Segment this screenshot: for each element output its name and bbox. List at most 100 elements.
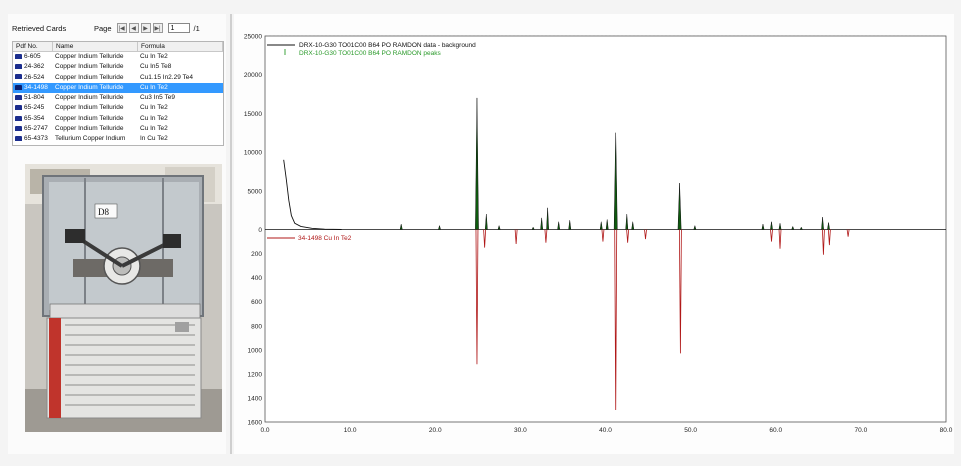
x-tick-label: 70.0 <box>855 427 868 434</box>
card-name-cell: Copper Indium Telluride <box>55 83 124 91</box>
card-pdf-cell: 26-524 <box>13 73 53 83</box>
card-pdf-text: 65-4373 <box>24 135 48 143</box>
legend-data-label: DRX-10-G30 TO01C00 B64 PO RAMDON data - … <box>299 42 476 49</box>
card-pdf-text: 65-354 <box>24 114 45 122</box>
x-tick-label: 40.0 <box>599 427 612 434</box>
chart-axes: 0.0 10.0 20.0 30.0 40.0 50.0 60.0 70.0 80.0 25000… <box>244 34 953 435</box>
prev-page-icon[interactable]: ◀ <box>128 23 139 33</box>
card-pdf-cell: 51-804 <box>13 93 53 103</box>
card-row[interactable]: 65-2747 Copper Indium Telluride Cu In Te2 <box>13 124 223 134</box>
card-pdf-cell: 65-245 <box>13 103 53 113</box>
y-tick-label: 1000 <box>248 347 263 354</box>
first-page-icon[interactable]: |◀ <box>116 23 127 33</box>
diffraction-chart: 0.0 10.0 20.0 30.0 40.0 50.0 60.0 70.0 80.0 25000… <box>244 34 953 435</box>
card-row[interactable]: 65-245 Copper Indium Telluride Cu In Te2 <box>13 103 223 113</box>
x-tick-label: 30.0 <box>514 427 527 434</box>
card-folder-icon <box>15 84 22 90</box>
card-folder-icon <box>15 94 22 100</box>
card-folder-icon <box>15 136 22 142</box>
card-formula-cell: Cu In5 Te8 <box>140 63 172 71</box>
card-name-cell: Copper Indium Telluride <box>55 125 124 133</box>
card-folder-icon <box>15 64 22 70</box>
cards-header: Retrieved Cards Page |◀ ◀ ▶ ▶| /1 <box>12 23 226 36</box>
legend-reference-label: 34-1498 Cu In Te2 <box>298 235 352 242</box>
x-tick-label: 10.0 <box>344 427 357 434</box>
y-tick-label: 20000 <box>244 72 262 79</box>
card-formula-cell: Cu In Te2 <box>140 104 168 112</box>
photo-label-text: D8 <box>98 207 109 217</box>
card-name-cell: Copper Indium Telluride <box>55 114 124 122</box>
card-row[interactable]: 26-524 Copper Indium Telluride Cu1.15 In2.… <box>13 73 223 83</box>
card-name-cell: Copper Indium Telluride <box>55 73 124 81</box>
card-folder-icon <box>15 53 22 59</box>
card-table: Pdf No. Name Formula 6-605 Copper Indium … <box>12 41 224 146</box>
x-tick-label: 80.0 <box>940 427 953 434</box>
column-header-name[interactable]: Name <box>53 42 138 51</box>
card-name-cell: Copper Indium Telluride <box>55 53 124 60</box>
page-number-input[interactable] <box>167 23 190 33</box>
retrieved-cards-panel: Retrieved Cards Page |◀ ◀ ▶ ▶| /1 Pdf No… <box>8 14 226 454</box>
card-pdf-cell: 65-2747 <box>13 124 53 134</box>
y-tick-label: 10000 <box>244 150 262 157</box>
card-formula-cell: Cu In Te2 <box>140 53 168 60</box>
card-pdf-cell: 65-4373 <box>13 134 53 144</box>
y-tick-label: 0 <box>258 227 262 234</box>
card-pdf-text: 26-524 <box>24 73 45 81</box>
y-tick-label: 800 <box>251 323 262 330</box>
card-folder-icon <box>15 125 22 131</box>
y-tick-label: 1200 <box>248 371 263 378</box>
card-pdf-cell: 34-1498 <box>13 83 53 93</box>
card-table-header: Pdf No. Name Formula <box>13 42 223 52</box>
diffraction-plot-panel: 0.0 10.0 20.0 30.0 40.0 50.0 60.0 70.0 80.0 25000… <box>234 14 954 454</box>
page-total: /1 <box>193 23 200 33</box>
diffractometer-photo: D8 <box>25 164 222 432</box>
card-pdf-cell: 6-605 <box>13 52 53 62</box>
card-pdf-text: 65-2747 <box>24 125 48 133</box>
x-tick-label: 60.0 <box>769 427 782 434</box>
next-page-icon[interactable]: ▶ <box>140 23 151 33</box>
y-tick-label: 400 <box>251 275 262 282</box>
x-tick-label: 20.0 <box>429 427 442 434</box>
card-pdf-text: 24-362 <box>24 63 45 71</box>
pager: Page |◀ ◀ ▶ ▶| /1 <box>94 23 200 33</box>
x-tick-label: 0.0 <box>260 427 269 434</box>
card-row[interactable]: 24-362 Copper Indium Telluride Cu In5 Te8 <box>13 62 223 72</box>
card-formula-cell: Cu1.15 In2.29 Te4 <box>140 73 194 81</box>
y-tick-label: 5000 <box>248 188 263 195</box>
last-page-icon[interactable]: ▶| <box>152 23 163 33</box>
card-row[interactable]: 65-4373 Tellurium Copper Indium In Cu Te2 <box>13 134 223 144</box>
card-pdf-text: 34-1498 <box>24 83 48 91</box>
card-row[interactable]: 34-1498 Copper Indium Telluride Cu In Te2 <box>13 82 223 94</box>
y-tick-label: 1400 <box>248 395 263 402</box>
y-tick-label: 1600 <box>248 420 263 427</box>
card-row[interactable]: 65-354 Copper Indium Telluride Cu In Te2 <box>13 114 223 124</box>
plot-frame <box>264 35 947 423</box>
card-name-cell: Copper Indium Telluride <box>55 63 124 71</box>
panel-splitter[interactable] <box>230 14 232 454</box>
y-tick-label: 200 <box>251 251 262 258</box>
card-pdf-cell: 65-354 <box>13 114 53 124</box>
diffractometer-image: D8 <box>25 164 222 432</box>
y-tick-label: 25000 <box>244 34 262 41</box>
card-pdf-text: 6-605 <box>24 53 41 60</box>
column-header-pdf[interactable]: Pdf No. <box>13 42 53 51</box>
retrieved-cards-title: Retrieved Cards <box>12 24 67 33</box>
card-pdf-text: 65-245 <box>24 104 45 112</box>
card-row[interactable]: 6-605 Copper Indium Telluride Cu In Te2 <box>13 52 223 62</box>
card-row[interactable]: 51-804 Copper Indium Telluride Cu3 In5 Te9 <box>13 93 223 103</box>
y-tick-label: 600 <box>251 299 262 306</box>
column-header-formula[interactable]: Formula <box>138 42 223 51</box>
legend-peaks-label: DRX-10-G30 TO01C00 B64 PO RAMDON peaks <box>299 50 441 57</box>
card-folder-icon <box>15 74 22 80</box>
card-folder-icon <box>15 105 22 111</box>
card-formula-cell: In Cu Te2 <box>140 135 168 143</box>
card-folder-icon <box>15 115 22 121</box>
x-tick-label: 50.0 <box>684 427 697 434</box>
card-formula-cell: Cu In Te2 <box>140 114 168 122</box>
card-formula-cell: Cu In Te2 <box>140 83 168 91</box>
y-tick-label: 15000 <box>244 111 262 118</box>
card-name-cell: Copper Indium Telluride <box>55 104 124 112</box>
card-name-cell: Copper Indium Telluride <box>55 94 124 102</box>
card-formula-cell: Cu In Te2 <box>140 125 168 133</box>
card-pdf-cell: 24-362 <box>13 62 53 72</box>
